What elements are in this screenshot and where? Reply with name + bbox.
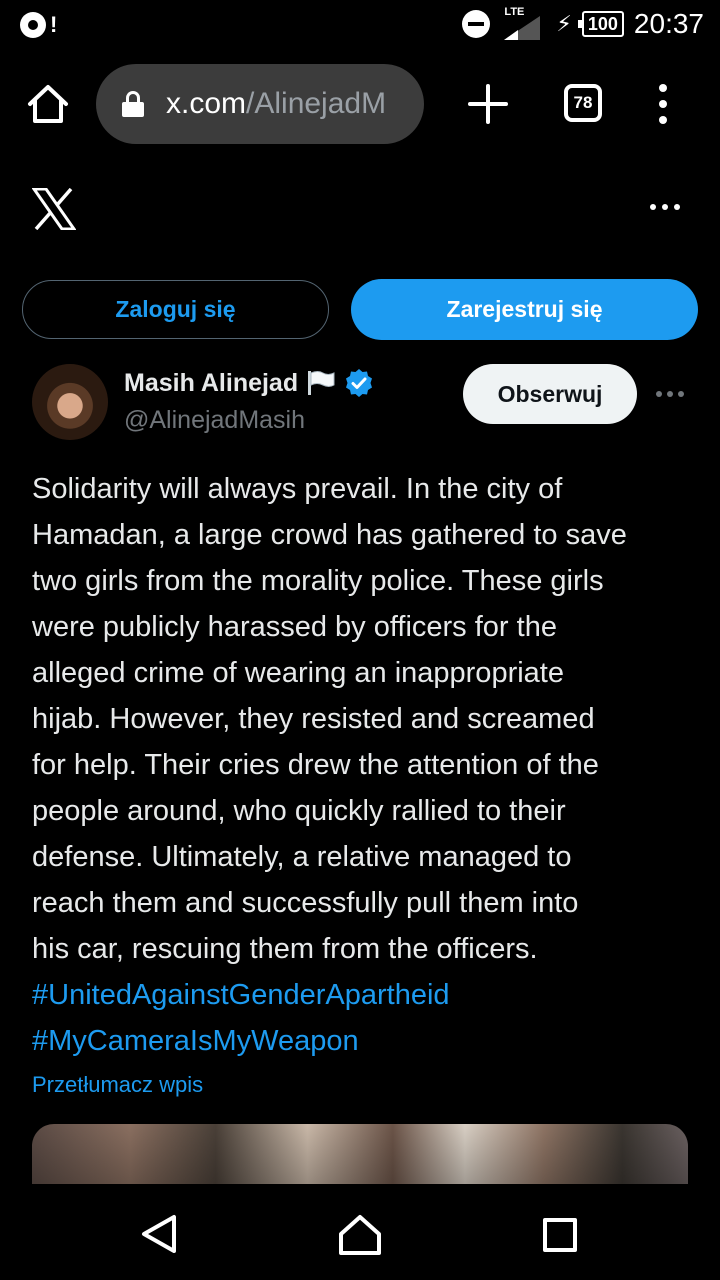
signup-button[interactable]: Zarejestruj się [351, 279, 698, 340]
tweet-line: alleged crime of wearing an inappropriat… [32, 657, 564, 689]
tweet-line: two girls from the morality police. Thes… [32, 565, 604, 597]
hashtag-link[interactable]: #MyCameraIsMyWeapon [32, 1018, 696, 1064]
more-horizontal-icon[interactable] [650, 204, 680, 214]
verified-badge-icon [344, 368, 374, 398]
white-flag-icon [306, 370, 336, 396]
tweet-line: his car, rescuing them from the officers… [32, 933, 538, 965]
tabs-icon[interactable]: 78 [564, 84, 602, 122]
tweet-media-video[interactable] [32, 1124, 688, 1184]
notification-symbol: ! [50, 12, 58, 37]
home-icon[interactable] [26, 82, 70, 126]
lock-icon [122, 91, 144, 117]
more-vert-icon[interactable] [656, 84, 670, 124]
plus-icon[interactable] [468, 84, 508, 124]
navigation-bar [0, 1184, 720, 1280]
x-logo-icon[interactable] [31, 187, 77, 231]
do-not-disturb-icon [462, 10, 491, 38]
charging-icon: ⚡ [556, 11, 572, 36]
status-bar: ! LTE ⚡ 100 20:37 [0, 0, 720, 50]
nav-home-icon[interactable] [338, 1214, 382, 1256]
tweet-text: Solidarity will always prevail. In the c… [32, 466, 696, 1064]
author-name-row[interactable]: Masih Alinejad [124, 368, 374, 398]
recents-icon[interactable] [543, 1218, 577, 1252]
tweet-line: were publicly harassed by officers for t… [32, 611, 557, 643]
browser-toolbar: x.com/AlinejadM 78 [0, 62, 720, 146]
status-left: ! [20, 12, 57, 38]
tweet-line: Solidarity will always prevail. In the c… [32, 473, 563, 505]
tweet-more-icon[interactable] [656, 391, 684, 399]
tweet-line: defense. Ultimately, a relative managed … [32, 841, 572, 873]
tweet-line: reach them and successfully pull them in… [32, 887, 579, 919]
tweet-line: people around, who quickly rallied to th… [32, 795, 566, 827]
address-bar[interactable]: x.com/AlinejadM [96, 64, 424, 144]
tweet-line: Hamadan, a large crowd has gathered to s… [32, 519, 627, 551]
url-path: /AlinejadM [246, 87, 387, 120]
battery-level: 100 [577, 11, 624, 37]
tweet-line: for help. Their cries drew the attention… [32, 749, 599, 781]
tweet-line: hijab. However, they resisted and scream… [32, 703, 595, 735]
status-right: LTE ⚡ 100 20:37 [462, 6, 704, 40]
hashtag-link[interactable]: #UnitedAgainstGenderApartheid [32, 972, 696, 1018]
follow-button[interactable]: Obserwuj [463, 364, 637, 424]
author-name[interactable]: Masih Alinejad [124, 369, 298, 398]
clock: 20:37 [633, 8, 704, 39]
author-handle[interactable]: @AlinejadMasih [124, 406, 305, 435]
login-button[interactable]: Zaloguj się [22, 280, 329, 339]
signal-icon: LTE [500, 6, 546, 40]
notification-icon [20, 12, 46, 38]
avatar[interactable] [32, 364, 108, 440]
translate-link[interactable]: Przetłumacz wpis [32, 1072, 203, 1098]
url-domain: x.com [166, 87, 247, 120]
back-icon[interactable] [140, 1214, 180, 1254]
